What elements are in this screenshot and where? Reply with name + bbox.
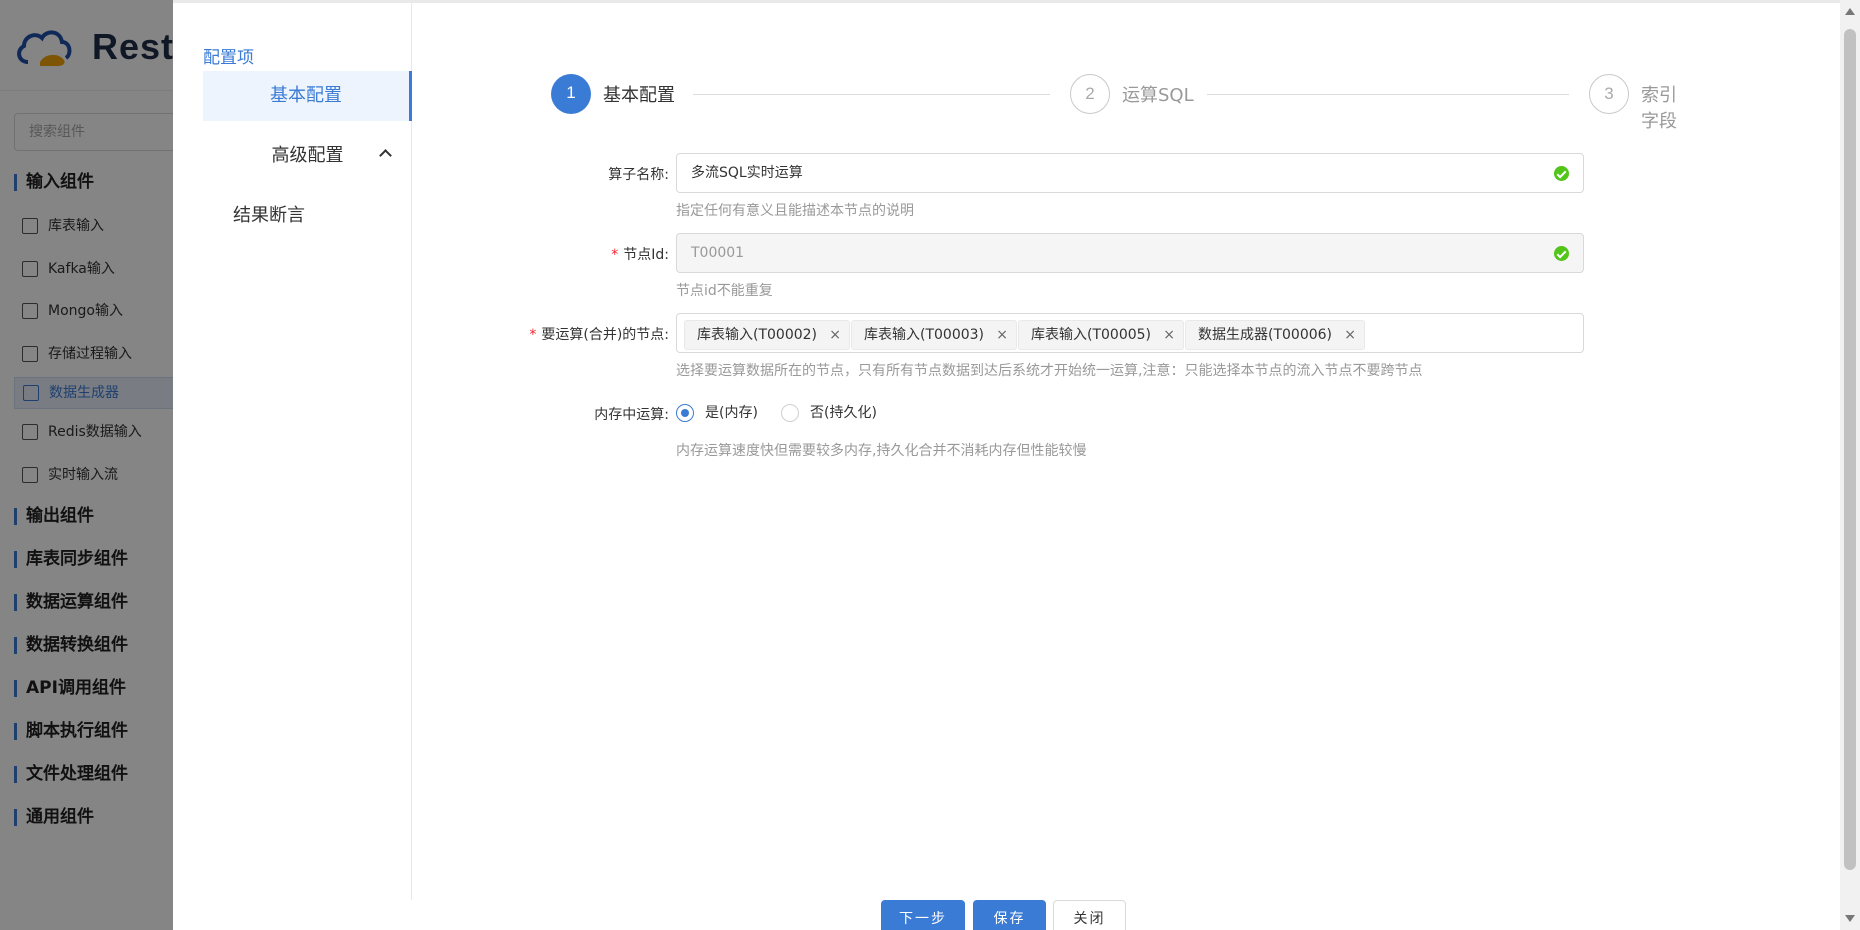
node-tag: 库表输入(T00005) × xyxy=(1018,320,1185,350)
node-id-input[interactable]: T00001 xyxy=(676,233,1584,273)
operator-name-input[interactable]: 多流SQL实时运算 xyxy=(676,153,1584,193)
in-memory-label: 内存中运算: xyxy=(594,407,669,423)
node-id-hint: 节点id不能重复 xyxy=(676,283,773,299)
close-icon[interactable]: × xyxy=(829,321,841,349)
step-indicator: 1 基本配置 2 运算SQL 3 索引字段 xyxy=(551,71,1691,132)
check-circle-icon xyxy=(1554,166,1569,181)
scroll-down-icon[interactable] xyxy=(1845,915,1855,922)
node-tag: 库表输入(T00002) × xyxy=(684,320,851,350)
step-1-label[interactable]: 基本配置 xyxy=(603,81,675,107)
save-button[interactable]: 保存 xyxy=(973,900,1046,930)
config-sidebar: 配置项 基本配置 高级配置 结果断言 xyxy=(173,3,412,900)
step-connector xyxy=(693,94,1050,95)
operator-name-hint: 指定任何有意义且能描述本节点的说明 xyxy=(676,203,914,219)
required-mark: * xyxy=(611,247,619,263)
next-button[interactable]: 下一步 xyxy=(881,900,965,930)
sidebar-item-label: 高级配置 xyxy=(271,145,344,166)
close-icon[interactable]: × xyxy=(996,321,1008,349)
step-connector xyxy=(1207,94,1569,95)
node-id-value: T00001 xyxy=(691,245,745,261)
close-icon[interactable]: × xyxy=(1344,321,1356,349)
node-tag: 库表输入(T00003) × xyxy=(851,320,1018,350)
memory-no-label[interactable]: 否(持久化) xyxy=(810,404,877,422)
nodes-label: * 要运算(合并)的节点: xyxy=(529,327,669,343)
config-drawer: 配置项 基本配置 高级配置 结果断言 1 基本配置 2 运算SQL 3 索引字段… xyxy=(173,3,1840,930)
scroll-up-icon[interactable] xyxy=(1845,8,1855,15)
memory-yes-label[interactable]: 是(内存) xyxy=(705,404,758,422)
close-icon[interactable]: × xyxy=(1163,321,1175,349)
node-id-label: * 节点Id: xyxy=(611,247,669,263)
memory-yes-radio[interactable] xyxy=(676,404,694,422)
memory-no-radio[interactable] xyxy=(781,404,799,422)
step-2-circle[interactable]: 2 xyxy=(1070,74,1110,114)
chevron-up-icon[interactable] xyxy=(379,149,392,162)
operator-name-label: 算子名称: xyxy=(608,167,669,183)
sidebar-title: 配置项 xyxy=(203,48,254,68)
step-3-circle[interactable]: 3 xyxy=(1589,74,1629,114)
check-circle-icon xyxy=(1554,246,1569,261)
close-button[interactable]: 关闭 xyxy=(1053,900,1126,930)
operator-name-value: 多流SQL实时运算 xyxy=(691,165,803,181)
required-mark: * xyxy=(529,327,537,343)
nodes-select[interactable]: 库表输入(T00002) × 库表输入(T00003) × 库表输入(T00005)… xyxy=(676,313,1584,353)
nodes-hint: 选择要运算数据所在的节点，只有所有节点数据到达后系统才开始统一运算,注意：只能选… xyxy=(676,363,1423,379)
page-scrollbar[interactable] xyxy=(1840,0,1860,930)
step-1-circle[interactable]: 1 xyxy=(551,74,591,114)
scrollbar-thumb[interactable] xyxy=(1844,29,1856,870)
step-3-label[interactable]: 索引字段 xyxy=(1641,81,1691,133)
in-memory-hint: 内存运算速度快但需要较多内存,持久化合并不消耗内存但性能较慢 xyxy=(676,443,1087,459)
step-2-label[interactable]: 运算SQL xyxy=(1122,81,1194,107)
node-tag: 数据生成器(T00006) × xyxy=(1185,320,1366,350)
sidebar-item-result[interactable]: 结果断言 xyxy=(233,191,412,241)
sidebar-item-basic[interactable]: 基本配置 xyxy=(203,71,412,121)
